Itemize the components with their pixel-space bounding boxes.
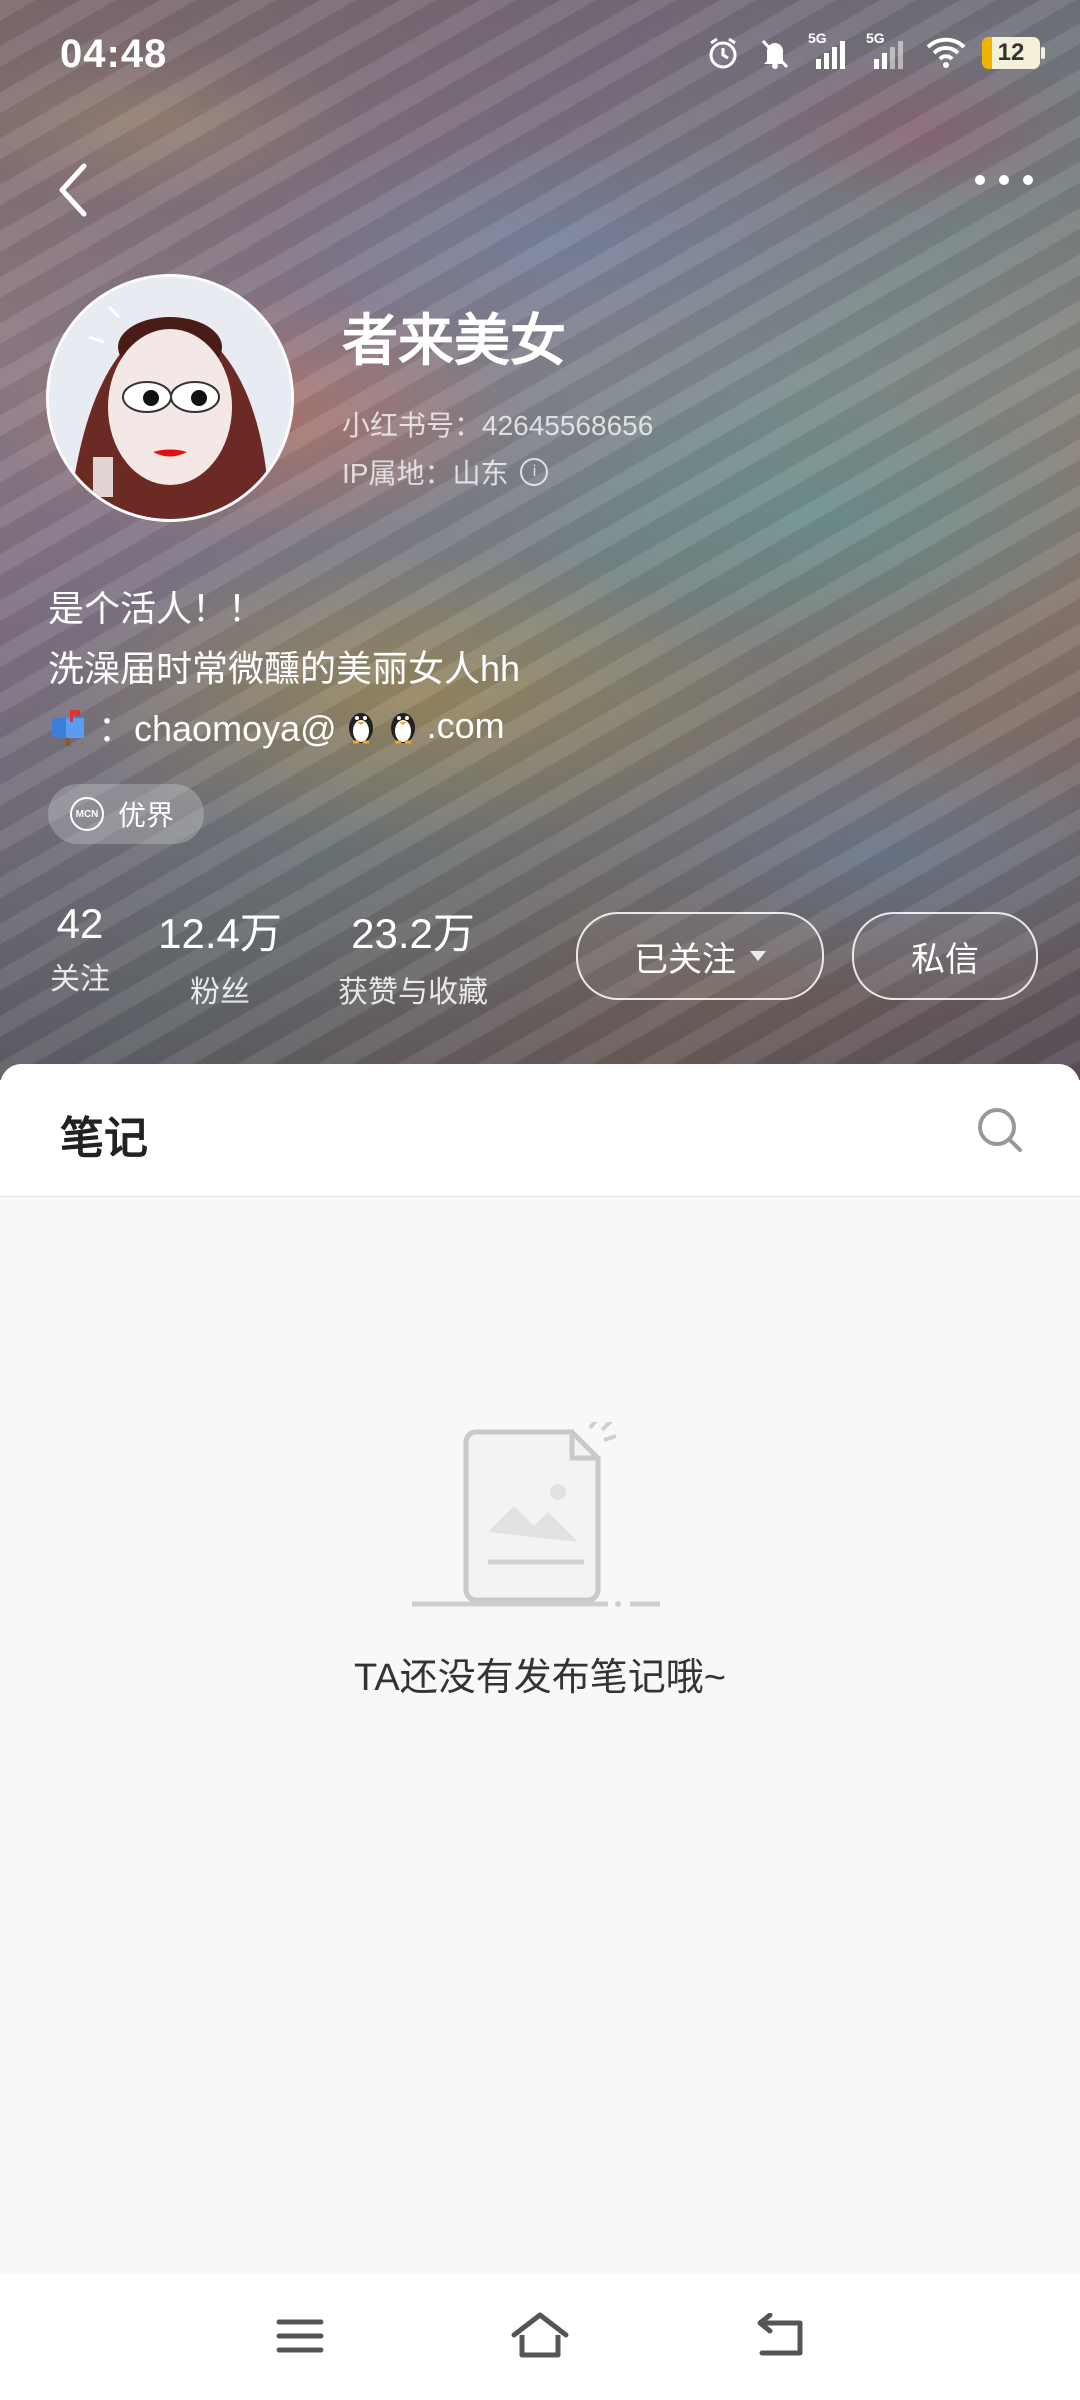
back-button[interactable] [44, 150, 104, 230]
mcn-tag-label: 优界 [118, 800, 175, 831]
message-button[interactable]: 私信 [852, 912, 1038, 1000]
search-button[interactable] [970, 1100, 1030, 1160]
caret-down-icon [750, 951, 766, 961]
battery-level: 12 [997, 39, 1025, 66]
menu-icon [276, 2319, 324, 2353]
status-icons: 5G 5G 12 [704, 30, 1045, 72]
bio-line-1: 是个活人！！ [48, 588, 265, 629]
stat-value: 23.2万 [351, 910, 475, 957]
signal-5g-icon: 5G [808, 30, 852, 72]
stat-value: 12.4万 [158, 910, 282, 957]
stat-label: 获赞与收藏 [338, 976, 488, 1009]
tab-notes[interactable]: 笔记 [60, 1102, 148, 1166]
follow-button-label: 已关注 [634, 940, 736, 979]
stat-followers[interactable]: 12.4万 粉丝 [150, 900, 290, 1011]
email-suffix: .com [426, 705, 505, 746]
message-button-label: 私信 [911, 940, 979, 979]
signal-label: 5G [808, 30, 827, 46]
more-button[interactable] [964, 150, 1044, 210]
penguin-icon [348, 713, 373, 744]
empty-state-text: TA还没有发布笔记哦~ [354, 1657, 726, 1699]
alarm-icon [704, 34, 742, 72]
ip-location: IP属地：山东 i [342, 452, 549, 492]
info-icon[interactable]: i [520, 458, 549, 486]
bio-line-2: 洗澡届时常微醺的美丽女人hh [48, 648, 521, 689]
profile-id[interactable]: 小红书号：42645568656 [342, 404, 653, 444]
home-icon [511, 2312, 569, 2358]
signal-5g-icon: 5G [866, 30, 910, 72]
status-bar: 04:48 5G 5G 12 [0, 0, 1080, 120]
stat-value: 42 [56, 900, 104, 947]
stat-following[interactable]: 42 关注 [40, 900, 120, 998]
empty-notes-illustration [412, 1422, 660, 1607]
battery-indicator: 12 [982, 37, 1045, 69]
stat-likes-collections[interactable]: 23.2万 获赞与收藏 [318, 900, 508, 1011]
mcn-icon: MCN [70, 797, 104, 831]
penguin-icon [390, 713, 415, 744]
wifi-icon [924, 34, 968, 72]
back-nav-button[interactable] [750, 2306, 810, 2366]
avatar-image [49, 277, 291, 519]
signal-label: 5G [866, 30, 885, 46]
more-horizontal-icon [975, 175, 1033, 185]
menu-button[interactable] [270, 2306, 330, 2366]
stat-label: 关注 [50, 963, 110, 996]
back-icon [757, 2313, 803, 2356]
ip-location-text: IP属地：山东 [342, 458, 509, 489]
mailbox-icon [52, 710, 84, 746]
tab-bar: 笔记 [0, 1064, 1080, 1197]
status-time: 04:48 [60, 32, 168, 76]
search-icon [978, 1108, 1022, 1152]
bio-line-email: ：chaomoya@ .com [48, 700, 505, 752]
system-navigation-bar [0, 2274, 1080, 2400]
content-panel: 笔记 TA还没有发布笔记哦~ [0, 1064, 1080, 2274]
bell-off-icon [756, 34, 794, 72]
profile-name: 者来美女 [342, 309, 566, 372]
mcn-tag[interactable]: MCN 优界 [48, 784, 205, 844]
email-prefix: ：chaomoya@ [98, 708, 337, 749]
avatar[interactable] [46, 274, 294, 522]
stat-label: 粉丝 [190, 976, 250, 1009]
follow-button[interactable]: 已关注 [576, 912, 824, 1000]
home-button[interactable] [510, 2306, 570, 2366]
chevron-left-icon [59, 163, 87, 217]
